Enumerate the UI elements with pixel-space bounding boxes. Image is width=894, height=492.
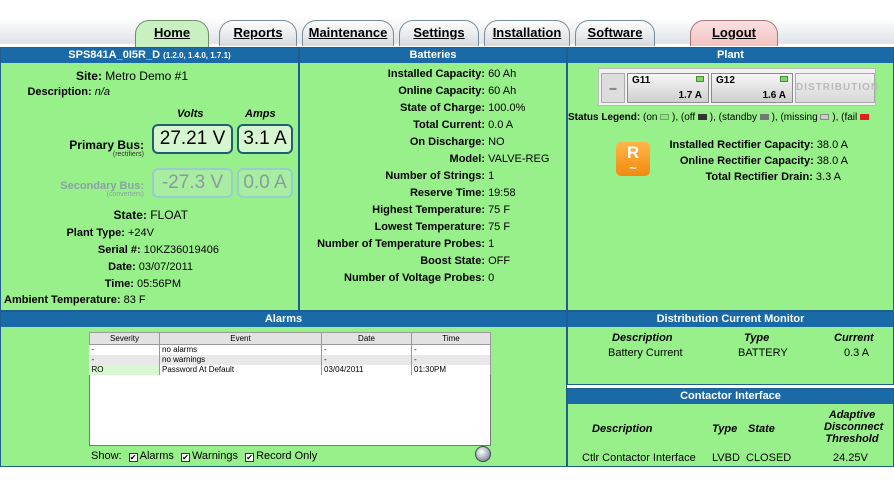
battery-row: State of Charge: 100.0% [400, 102, 526, 114]
status-legend: Status Legend: (on ), (off ), (standby )… [568, 112, 870, 123]
table-row[interactable]: - no alarms - - [89, 344, 491, 355]
tab-installation[interactable]: Installation [484, 20, 570, 46]
contactor-state: CLOSED [746, 452, 792, 464]
secondary-amps-display: 0.0 A [237, 168, 293, 198]
filter-warnings-checkbox[interactable]: ✔ [180, 453, 190, 462]
online-rectifier-capacity-row: Online Rectifier Capacity: 38.0 A [679, 155, 848, 167]
distribution-description: Battery Current [608, 347, 683, 359]
contactor-description: Ctlr Contactor Interface [582, 452, 696, 464]
alarms-header: Alarms [1, 312, 566, 327]
tab-reports[interactable]: Reports [219, 20, 297, 46]
system-version: (1.2.0, 1.4.0, 1.7.1) [163, 51, 231, 60]
tab-software[interactable]: Software [575, 20, 655, 46]
distribution-current: 0.3 A [844, 347, 870, 359]
battery-row: Number of Strings: 1 [385, 170, 495, 182]
battery-row: Number of Temperature Probes: 1 [317, 238, 495, 250]
secondary-bus-label: Secondary Bus: (converters) [60, 180, 144, 198]
col-date[interactable]: Date [321, 332, 412, 345]
volts-label: Volts [177, 108, 204, 120]
tab-maintenance[interactable]: Maintenance [302, 20, 394, 46]
tab-settings[interactable]: Settings [399, 20, 479, 46]
serial-row: Serial #: 10KZ36019406 [97, 244, 219, 256]
alarms-table: Severity Event Date Time - no alarms - -… [89, 332, 491, 375]
alarms-panel: Alarms Severity Event Date Time - no ala… [0, 311, 567, 467]
state-row: State: FLOAT [113, 208, 188, 222]
battery-row: Lowest Temperature: 75 F [374, 221, 511, 233]
col-severity[interactable]: Severity [89, 332, 160, 345]
total-rectifier-drain-row: Total Rectifier Drain: 3.3 A [705, 171, 841, 183]
description-value: n/a [94, 86, 110, 98]
status-led-g11 [696, 76, 704, 82]
legend-on-swatch [660, 114, 670, 120]
plant-header: Plant [568, 48, 893, 63]
battery-row: Boost State: OFF [420, 255, 511, 267]
battery-row: Installed Capacity: 60 Ah [387, 68, 517, 80]
site-row: Site: Metro Demo #1 [75, 69, 188, 83]
distribution-module[interactable]: DISTRIBUTION [795, 73, 878, 103]
amps-label: Amps [245, 108, 276, 120]
filter-alarms-checkbox[interactable]: ✔ [128, 453, 138, 462]
battery-row: Online Capacity: 60 Ah [398, 85, 517, 97]
legend-missing-swatch [820, 114, 830, 120]
battery-row: Reserve Time: 19:58 [409, 187, 516, 199]
battery-row: Total Current: 0.0 A [413, 119, 514, 131]
battery-row: Model: VALVE-REG [449, 153, 550, 165]
primary-amps-display: 3.1 A [237, 124, 293, 154]
time-row: Time: 05:56PM [104, 278, 181, 290]
system-panel: SPS841A_0I5R_D (1.2.0, 1.4.0, 1.7.1) Sit… [0, 47, 299, 311]
rectifier-g11[interactable]: G11 1.7 A [627, 73, 709, 103]
controller-module: ▬ [601, 73, 625, 103]
tab-home[interactable]: Home [135, 20, 209, 48]
refresh-icon[interactable] [475, 446, 491, 462]
table-row[interactable]: RO Password At Default 03/04/2011 01:30P… [89, 364, 491, 375]
contactor-panel: Contactor Interface Description Type Sta… [567, 388, 894, 467]
tab-logout[interactable]: Logout [690, 20, 778, 46]
primary-bus-label: Primary Bus: (rectifiers) [69, 138, 144, 158]
contactor-type: LVBD [712, 452, 740, 464]
rectifier-g12[interactable]: G12 1.6 A [711, 73, 793, 103]
col-time[interactable]: Time [411, 332, 491, 345]
status-led-g12 [780, 76, 788, 82]
plant-shelf: ▬ G11 1.7 A G12 1.6 A DISTRIBUTION [598, 68, 878, 106]
contactor-threshold: 24.25V [833, 452, 868, 464]
description-row: Description: n/a [27, 86, 110, 98]
batteries-panel: Batteries Installed Capacity: 60 Ah Onlin… [299, 47, 567, 311]
battery-row: Highest Temperature: 75 F [372, 204, 511, 216]
primary-volts-display: 27.21 V [152, 124, 233, 154]
secondary-volts-display: -27.3 V [152, 168, 233, 198]
tab-bar: Home Reports Maintenance Settings Instal… [0, 0, 894, 48]
distribution-header: Distribution Current Monitor [568, 312, 893, 327]
distribution-panel: Distribution Current Monitor Description… [567, 311, 894, 385]
rectifier-icon[interactable]: R ~ [616, 142, 650, 176]
installed-rectifier-capacity-row: Installed Rectifier Capacity: 38.0 A [669, 139, 848, 151]
battery-row: Number of Voltage Probes: 0 [344, 272, 495, 284]
table-row[interactable]: - no warnings - - [89, 354, 491, 365]
state-value: FLOAT [150, 208, 188, 222]
site-value: Metro Demo #1 [105, 69, 188, 83]
plant-panel: Plant ▬ G11 1.7 A G12 1.6 A DISTRIBUTION… [567, 47, 894, 311]
legend-fail-swatch [860, 114, 870, 120]
system-panel-header: SPS841A_0I5R_D (1.2.0, 1.4.0, 1.7.1) [1, 48, 298, 63]
filter-record-only-checkbox[interactable]: ✔ [245, 453, 255, 462]
battery-row: On Discharge: NO [409, 136, 505, 148]
col-event[interactable]: Event [159, 332, 322, 345]
batteries-header: Batteries [300, 48, 566, 63]
alarm-filters: Show: ✔ Alarms ✔ Warnings ✔ Record Only [91, 450, 318, 462]
system-title: SPS841A_0I5R_D [68, 49, 161, 61]
legend-standby-swatch [759, 114, 769, 120]
plant-type-row: Plant Type: +24V [66, 227, 154, 239]
contactor-header: Contactor Interface [568, 389, 893, 404]
ambient-row: Ambient Temperature: 83 F [4, 294, 146, 306]
distribution-type: BATTERY [738, 347, 788, 359]
legend-off-swatch [697, 114, 707, 120]
date-row: Date: 03/07/2011 [108, 261, 193, 273]
